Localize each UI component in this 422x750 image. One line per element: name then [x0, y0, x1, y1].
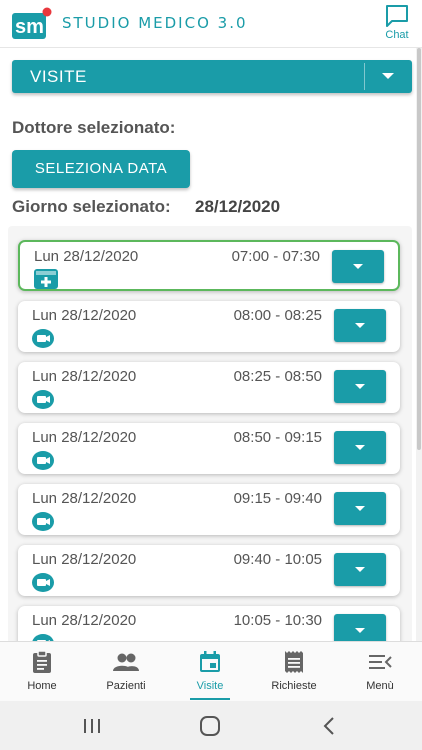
slot-date: Lun 28/12/2020 [32, 368, 137, 385]
nav-item-visite[interactable]: Visite [168, 642, 252, 702]
slot-date: Lun 28/12/2020 [32, 551, 137, 568]
video-icon [32, 512, 54, 531]
slot-expand-button[interactable] [334, 492, 386, 525]
slot-time: 08:50 - 09:15 [233, 429, 322, 446]
app-header: sm STUDIO MEDICO 3.0 Chat [0, 0, 422, 48]
people-icon [113, 653, 139, 671]
slot-card[interactable]: Lun 28/12/2020 08:25 - 08:50 [18, 362, 400, 413]
nav-label-home: Home [27, 680, 57, 692]
slot-expand-button[interactable] [334, 370, 386, 403]
calendar-plus-icon [34, 269, 58, 289]
active-tab-indicator [190, 698, 230, 700]
slot-card[interactable]: Lun 28/12/2020 08:50 - 09:15 [18, 423, 400, 474]
slot-card[interactable]: Lun 28/12/2020 09:40 - 10:05 [18, 545, 400, 596]
nav-item-menu[interactable]: Menù [338, 642, 422, 702]
chat-button[interactable]: Chat [382, 4, 412, 44]
chat-icon [386, 5, 408, 27]
visit-type-dropdown[interactable]: VISITE [12, 60, 412, 93]
slot-date: Lun 28/12/2020 [32, 429, 137, 446]
slot-time: 10:05 - 10:30 [233, 612, 322, 629]
app-title: STUDIO MEDICO 3.0 [62, 14, 248, 32]
slot-card[interactable]: Lun 28/12/2020 10:05 - 10:30 [18, 606, 400, 646]
slot-card[interactable]: Lun 28/12/2020 09:15 - 09:40 [18, 484, 400, 535]
selected-day-label: Giorno selezionato: [12, 197, 171, 216]
slot-list[interactable]: Lun 28/12/2020 07:00 - 07:30 Lun 28/12/202… [8, 226, 412, 646]
nav-label-richieste: Richieste [271, 680, 317, 692]
doctor-label: Dottore selezionato: [12, 118, 176, 137]
slot-date: Lun 28/12/2020 [34, 248, 139, 265]
select-date-button[interactable]: SELEZIONA DATA [12, 150, 190, 188]
menu-icon [369, 655, 392, 669]
nav-label-visite: Visite [196, 680, 224, 692]
chevron-down-icon[interactable] [382, 73, 394, 79]
slot-date: Lun 28/12/2020 [32, 612, 137, 629]
chat-label: Chat [385, 29, 409, 41]
slot-time: 08:00 - 08:25 [233, 307, 322, 324]
dropdown-divider [364, 63, 365, 90]
video-icon [32, 451, 54, 470]
nav-item-pazienti[interactable]: Pazienti [84, 642, 168, 702]
video-icon [32, 573, 54, 592]
video-icon [32, 390, 54, 409]
slot-card[interactable]: Lun 28/12/2020 08:00 - 08:25 [18, 301, 400, 352]
slot-expand-button[interactable] [334, 553, 386, 586]
scrollbar-thumb[interactable] [417, 48, 421, 450]
nav-label-menu: Menù [366, 680, 394, 692]
slot-time: 09:40 - 10:05 [233, 551, 322, 568]
slot-card[interactable]: Lun 28/12/2020 07:00 - 07:30 [18, 240, 400, 291]
recent-apps-icon[interactable] [80, 715, 104, 737]
system-nav-bar [0, 701, 422, 750]
nav-item-home[interactable]: Home [0, 642, 84, 702]
clipboard-icon [33, 650, 51, 673]
visit-type-value: VISITE [30, 67, 87, 86]
slot-time: 07:00 - 07:30 [231, 248, 320, 265]
slot-expand-button[interactable] [334, 431, 386, 464]
slot-expand-button[interactable] [334, 309, 386, 342]
nav-item-richieste[interactable]: Richieste [252, 642, 336, 702]
slot-time: 08:25 - 08:50 [233, 368, 322, 385]
back-icon[interactable] [318, 715, 342, 737]
selected-day-value: 28/12/2020 [195, 197, 281, 216]
receipt-icon [285, 651, 303, 673]
slot-date: Lun 28/12/2020 [32, 490, 137, 507]
slot-date: Lun 28/12/2020 [32, 307, 137, 324]
logo-text: sm [15, 16, 44, 38]
nav-label-pazienti: Pazienti [106, 680, 146, 692]
home-icon[interactable] [198, 715, 222, 737]
slot-time: 09:15 - 09:40 [233, 490, 322, 507]
bottom-nav: Home Pazienti Visite Richieste Menù [0, 641, 422, 701]
slot-expand-button[interactable] [332, 250, 384, 283]
video-icon [32, 329, 54, 348]
calendar-icon [200, 651, 220, 672]
app-logo: sm [12, 7, 52, 39]
